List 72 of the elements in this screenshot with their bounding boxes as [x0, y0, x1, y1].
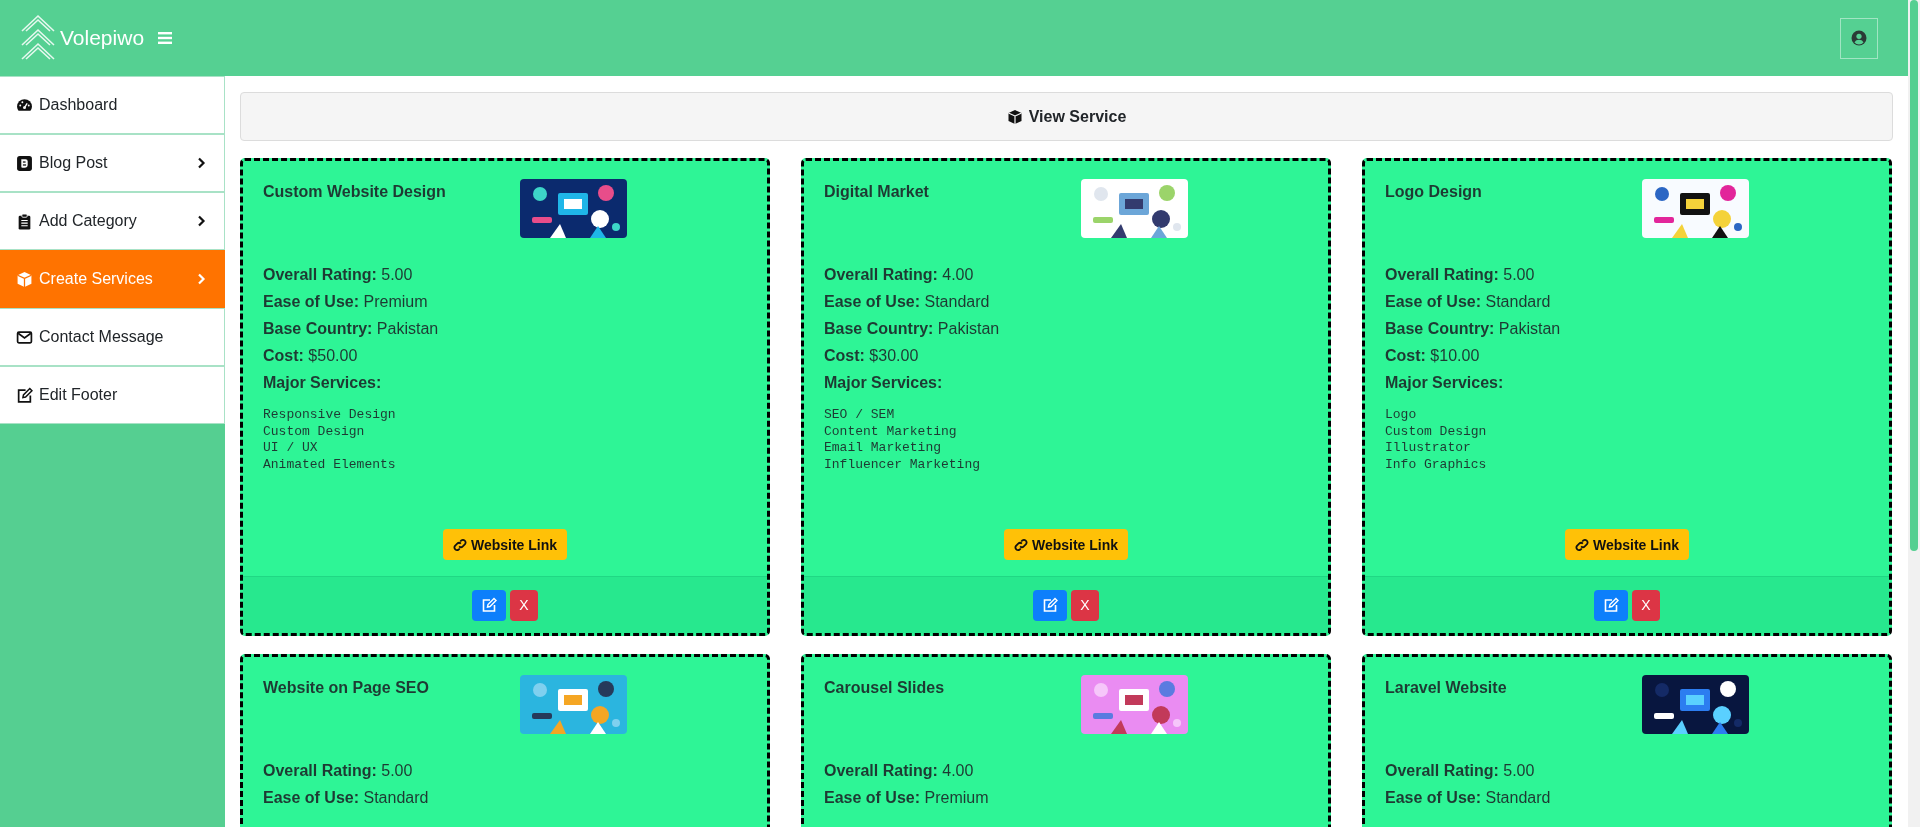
section-label: Major Services:	[824, 373, 944, 393]
detail-line: Overall Rating: 5.00	[263, 265, 414, 285]
envelope-icon	[16, 328, 33, 346]
detail-line: Base Country: Pakistan	[824, 319, 1001, 339]
sidebar-item[interactable]: Blog Post	[0, 134, 225, 192]
service-item: Info Graphics	[1385, 456, 1488, 473]
detail-line: Ease of Use: Standard	[1385, 788, 1552, 808]
scrollbar-thumb[interactable]	[1910, 0, 1918, 551]
card-title: Custom Website Design	[263, 183, 447, 202]
menu-icon[interactable]	[158, 32, 173, 44]
detail-line: Overall Rating: 5.00	[1385, 265, 1536, 285]
clipboard-icon	[16, 212, 33, 230]
card-title: Website on Page SEO	[263, 679, 430, 698]
link-icon	[452, 537, 467, 552]
cube-icon	[1006, 108, 1023, 125]
cube-icon	[16, 270, 33, 288]
service-item: Influencer Marketing	[824, 456, 982, 473]
service-item: Logo	[1385, 407, 1418, 424]
delete-button[interactable]: X	[1071, 589, 1099, 621]
sidebar-item[interactable]: Edit Footer	[0, 366, 225, 424]
sidebar-item[interactable]: Add Category	[0, 192, 225, 250]
user-menu-button[interactable]	[1840, 17, 1878, 59]
panel-title: View Service	[1028, 107, 1127, 126]
service-item: Responsive Design	[263, 407, 397, 424]
brand-name: Volepiwo	[60, 26, 145, 50]
website-link-button[interactable]: Website Link	[1003, 529, 1129, 560]
delete-button[interactable]: X	[1632, 589, 1660, 621]
edit-button[interactable]	[1033, 589, 1067, 621]
edit-icon	[1603, 597, 1619, 613]
detail-line: Cost: $50.00	[263, 346, 359, 366]
service-item: SEO / SEM	[824, 407, 896, 424]
sidebar-item[interactable]: Dashboard	[0, 76, 225, 134]
service-item: Illustrator	[1385, 440, 1472, 457]
detail-line: Overall Rating: 5.00	[1385, 761, 1536, 781]
section-label: Major Services:	[263, 373, 383, 393]
service-item: Custom Design	[1385, 423, 1488, 440]
edit-button[interactable]	[1594, 589, 1628, 621]
detail-line: Cost: $10.00	[1385, 346, 1481, 366]
card-title: Carousel Slides	[824, 679, 946, 698]
card-title: Logo Design	[1385, 183, 1483, 202]
card-title: Digital Market	[824, 183, 930, 202]
service-item: UI / UX	[263, 440, 319, 457]
link-icon	[1574, 537, 1589, 552]
service-item: Custom Design	[263, 423, 366, 440]
section-label: Major Services:	[1385, 373, 1505, 393]
service-item: Content Marketing	[824, 423, 958, 440]
edit-button[interactable]	[472, 589, 506, 621]
detail-line: Ease of Use: Premium	[263, 292, 429, 312]
website-link-button[interactable]: Website Link	[1564, 529, 1690, 560]
service-item: Animated Elements	[263, 456, 397, 473]
blog-icon	[16, 154, 33, 172]
dashboard-icon	[16, 96, 33, 114]
sidebar-item[interactable]: Contact Message	[0, 308, 225, 366]
service-item: Email Marketing	[824, 440, 943, 457]
card-title: Laravel Website	[1385, 679, 1508, 698]
detail-line: Overall Rating: 5.00	[263, 761, 414, 781]
detail-line: Overall Rating: 4.00	[824, 265, 975, 285]
user-icon	[1851, 30, 1867, 46]
edit-icon	[16, 386, 33, 404]
website-link-button[interactable]: Website Link	[442, 529, 568, 560]
detail-line: Base Country: Pakistan	[1385, 319, 1562, 339]
delete-button[interactable]: X	[510, 589, 538, 621]
detail-line: Base Country: Pakistan	[263, 319, 440, 339]
edit-icon	[1042, 597, 1058, 613]
detail-line: Ease of Use: Standard	[824, 292, 991, 312]
detail-line: Ease of Use: Premium	[824, 788, 990, 808]
edit-icon	[481, 597, 497, 613]
detail-line: Ease of Use: Standard	[263, 788, 430, 808]
detail-line: Cost: $30.00	[824, 346, 920, 366]
detail-line: Ease of Use: Standard	[1385, 292, 1552, 312]
detail-line: Overall Rating: 4.00	[824, 761, 975, 781]
link-icon	[1013, 537, 1028, 552]
